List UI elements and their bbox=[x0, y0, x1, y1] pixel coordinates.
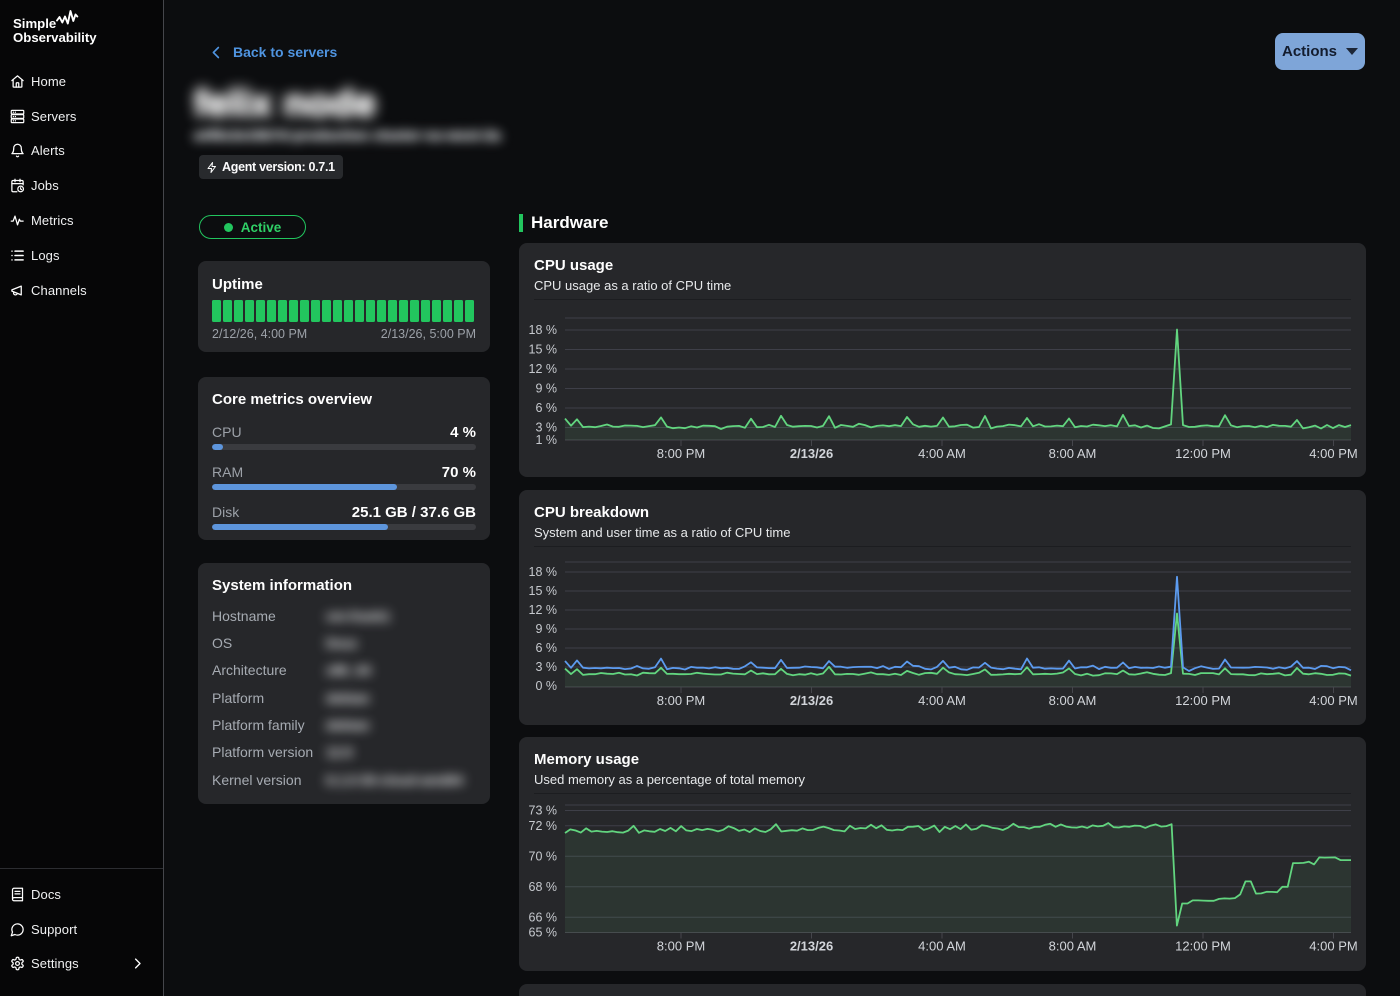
svg-text:12:00 PM: 12:00 PM bbox=[1175, 939, 1231, 954]
svg-text:6 %: 6 % bbox=[535, 641, 557, 655]
svg-text:4:00 AM: 4:00 AM bbox=[918, 446, 966, 461]
svg-text:8:00 PM: 8:00 PM bbox=[657, 939, 705, 954]
svg-text:6 %: 6 % bbox=[535, 401, 557, 415]
svg-text:15 %: 15 % bbox=[529, 343, 558, 357]
svg-text:8:00 AM: 8:00 AM bbox=[1049, 693, 1097, 708]
svg-text:0 %: 0 % bbox=[535, 679, 557, 693]
svg-text:12:00 PM: 12:00 PM bbox=[1175, 693, 1231, 708]
svg-text:68 %: 68 % bbox=[529, 880, 558, 894]
svg-text:72 %: 72 % bbox=[529, 819, 558, 833]
svg-text:12:00 PM: 12:00 PM bbox=[1175, 446, 1231, 461]
svg-text:8:00 AM: 8:00 AM bbox=[1049, 939, 1097, 954]
svg-text:8:00 PM: 8:00 PM bbox=[657, 446, 705, 461]
svg-text:4:00 PM: 4:00 PM bbox=[1309, 939, 1357, 954]
svg-text:3 %: 3 % bbox=[535, 660, 557, 674]
svg-text:9 %: 9 % bbox=[535, 382, 557, 396]
svg-text:2/13/26: 2/13/26 bbox=[790, 446, 833, 461]
svg-text:4:00 AM: 4:00 AM bbox=[918, 939, 966, 954]
svg-text:66 %: 66 % bbox=[529, 910, 558, 924]
svg-text:73 %: 73 % bbox=[529, 804, 558, 818]
svg-text:12 %: 12 % bbox=[529, 603, 558, 617]
svg-text:65 %: 65 % bbox=[529, 926, 558, 940]
svg-text:9 %: 9 % bbox=[535, 622, 557, 636]
svg-text:2/13/26: 2/13/26 bbox=[790, 939, 833, 954]
svg-text:70 %: 70 % bbox=[529, 849, 558, 863]
svg-text:4:00 AM: 4:00 AM bbox=[918, 693, 966, 708]
svg-text:4:00 PM: 4:00 PM bbox=[1309, 446, 1357, 461]
svg-text:12 %: 12 % bbox=[529, 362, 558, 376]
svg-text:4:00 PM: 4:00 PM bbox=[1309, 693, 1357, 708]
svg-text:1 %: 1 % bbox=[535, 433, 557, 447]
svg-text:8:00 PM: 8:00 PM bbox=[657, 693, 705, 708]
svg-text:8:00 AM: 8:00 AM bbox=[1049, 446, 1097, 461]
svg-text:15 %: 15 % bbox=[529, 584, 558, 598]
svg-text:18 %: 18 % bbox=[529, 565, 558, 579]
svg-text:2/13/26: 2/13/26 bbox=[790, 693, 833, 708]
svg-text:18 %: 18 % bbox=[529, 323, 558, 337]
